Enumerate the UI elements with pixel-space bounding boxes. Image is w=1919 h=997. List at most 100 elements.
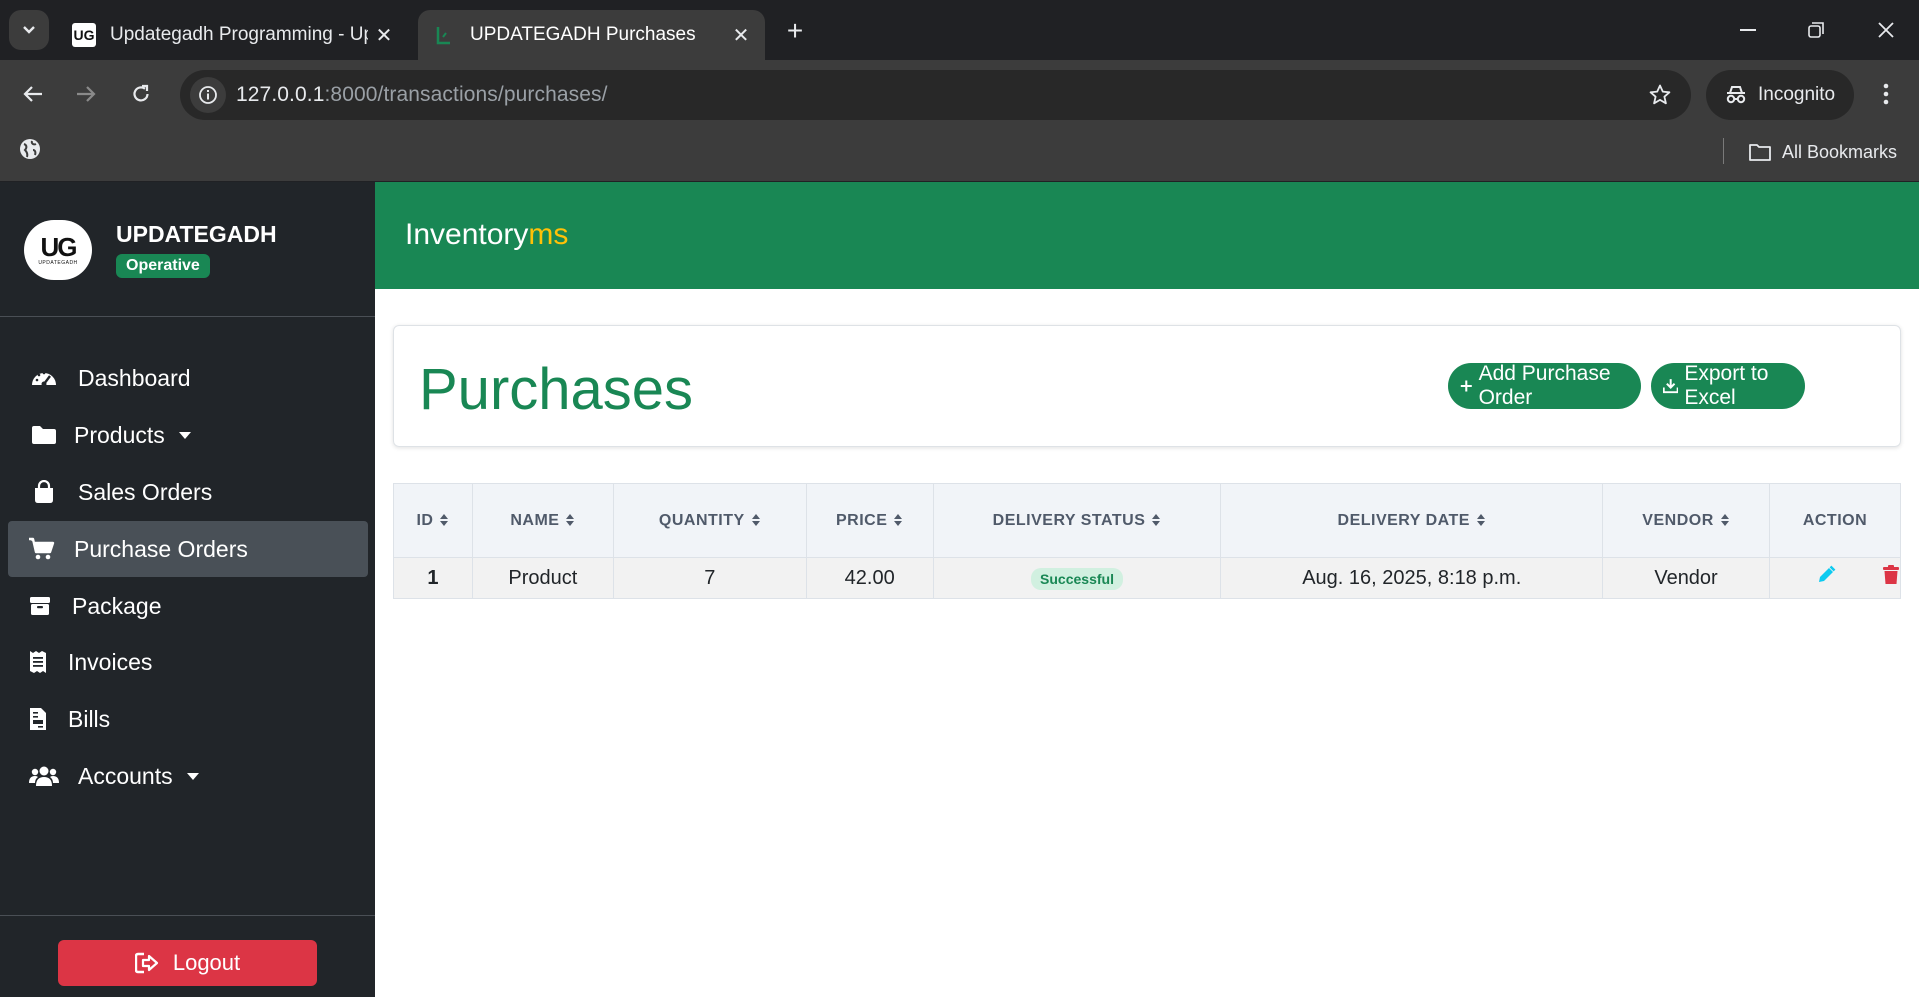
- back-icon[interactable]: [13, 74, 53, 114]
- browser-tabstrip: UG Updategadh Programming - Up ✕ UPDATEG…: [0, 0, 1919, 60]
- status-badge: Operative: [116, 254, 210, 278]
- sidebar-item-sales-orders[interactable]: Sales Orders: [8, 464, 368, 520]
- browser-menu-icon[interactable]: [1868, 76, 1904, 112]
- url-text: 127.0.0.1:8000/transactions/purchases/: [236, 70, 608, 120]
- sort-icon: [440, 514, 449, 527]
- sidebar-item-label: Dashboard: [78, 364, 191, 391]
- cell-id: 1: [393, 557, 473, 599]
- logout-button[interactable]: Logout: [58, 940, 317, 986]
- sidebar-item-dashboard[interactable]: Dashboard: [8, 350, 368, 406]
- close-icon[interactable]: ✕: [368, 19, 400, 51]
- sidebar-item-label: Sales Orders: [78, 478, 213, 505]
- tab-search-button[interactable]: [9, 10, 49, 50]
- address-bar[interactable]: 127.0.0.1:8000/transactions/purchases/: [180, 70, 1691, 120]
- cart-icon: [20, 537, 64, 561]
- reload-icon[interactable]: [121, 74, 161, 114]
- column-header-id[interactable]: ID: [393, 483, 473, 558]
- cell-vendor: Vendor: [1602, 557, 1770, 599]
- receipt-icon: [16, 650, 60, 674]
- sidebar-item-accounts[interactable]: Accounts: [8, 748, 368, 804]
- export-excel-button[interactable]: Export to Excel: [1651, 362, 1805, 409]
- cell-price: 42.00: [805, 557, 934, 599]
- all-bookmarks-button[interactable]: All Bookmarks: [1748, 136, 1897, 168]
- plus-icon: [1460, 380, 1472, 392]
- download-icon: [1663, 379, 1679, 394]
- column-header-vendor[interactable]: VENDOR: [1602, 483, 1770, 558]
- caret-down-icon: [178, 431, 191, 439]
- sort-icon: [751, 514, 760, 527]
- app-title-main: Inventory: [405, 218, 529, 251]
- cell-delivery-status: Successful: [932, 557, 1222, 599]
- delete-icon[interactable]: [1882, 565, 1900, 591]
- close-icon[interactable]: ✕: [725, 19, 757, 51]
- folder-icon: [22, 424, 66, 446]
- app-title-accent: ms: [528, 218, 569, 251]
- shopping-bag-icon: [22, 480, 66, 504]
- logo-text: UG: [40, 232, 78, 262]
- cell-action: [1768, 557, 1902, 599]
- globe-icon[interactable]: [18, 137, 42, 166]
- caret-down-icon: [186, 772, 199, 780]
- page-favicon-icon: [432, 23, 456, 47]
- sidebar-item-label: Invoices: [68, 648, 153, 675]
- restore-icon[interactable]: [1792, 8, 1840, 52]
- new-tab-button[interactable]: +: [778, 14, 812, 48]
- logo-subtext: UPDATEGADH: [38, 260, 78, 266]
- edit-icon[interactable]: [1816, 565, 1836, 591]
- add-purchase-order-button[interactable]: Add Purchase Order: [1448, 362, 1641, 409]
- column-header-quantity[interactable]: QUANTITY: [612, 483, 807, 558]
- forward-icon[interactable]: [66, 74, 106, 114]
- column-header-delivery-status[interactable]: DELIVERY STATUS: [932, 483, 1222, 558]
- bookmarks-bar: [0, 128, 1919, 182]
- app-title[interactable]: Inventoryms: [405, 218, 568, 252]
- browser-toolbar: 127.0.0.1:8000/transactions/purchases/ I…: [0, 60, 1919, 128]
- brand-name: UPDATEGADH: [116, 221, 277, 247]
- brand[interactable]: UG UPDATEGADH UPDATEGADH Operative: [24, 220, 277, 280]
- sidebar-divider: [0, 915, 375, 916]
- incognito-icon: [1726, 86, 1746, 104]
- tab-updategadh-purchases[interactable]: UPDATEGADH Purchases ✕: [418, 10, 765, 60]
- sort-icon: [1720, 514, 1729, 527]
- sidebar: UG UPDATEGADH UPDATEGADH Operative Dashb…: [0, 182, 375, 997]
- bookmark-star-icon[interactable]: [1645, 80, 1675, 110]
- url-host: 127.0.0.1: [236, 83, 325, 106]
- gauge-icon: [22, 367, 66, 389]
- incognito-label: Incognito: [1758, 84, 1836, 105]
- top-navbar: Inventoryms: [375, 182, 1919, 289]
- sort-icon: [1476, 514, 1485, 527]
- column-header-name[interactable]: NAME: [471, 483, 614, 558]
- sidebar-item-label: Products: [74, 421, 165, 448]
- bookmarks-divider: [1723, 138, 1724, 164]
- sidebar-item-invoices[interactable]: Invoices: [8, 634, 368, 690]
- sidebar-item-products[interactable]: Products: [8, 407, 368, 463]
- incognito-indicator[interactable]: Incognito: [1706, 70, 1854, 120]
- sort-icon: [566, 514, 575, 527]
- column-header-price[interactable]: PRICE: [805, 483, 934, 558]
- site-info-icon[interactable]: [190, 77, 226, 113]
- cell-quantity: 7: [612, 557, 807, 599]
- sidebar-item-label: Accounts: [78, 762, 173, 789]
- all-bookmarks-label: All Bookmarks: [1782, 141, 1898, 162]
- status-badge: Successful: [1031, 567, 1123, 590]
- window-close-icon[interactable]: [1862, 8, 1910, 52]
- sort-icon: [1152, 514, 1161, 527]
- folder-outline-icon: [1749, 144, 1771, 161]
- chevron-down-icon: [23, 26, 35, 34]
- main-content: Inventoryms Purchases Add Purchase Order…: [375, 182, 1919, 997]
- column-header-delivery-date[interactable]: DELIVERY DATE: [1220, 483, 1604, 558]
- sidebar-item-label: Purchase Orders: [74, 535, 248, 562]
- tab-title: UPDATEGADH Purchases: [470, 24, 696, 45]
- page-header-card: Purchases Add Purchase Order Export to E…: [393, 325, 1901, 447]
- cell-name: Product: [471, 557, 614, 599]
- logout-label: Logout: [172, 950, 241, 975]
- sidebar-item-package[interactable]: Package: [8, 578, 368, 634]
- sidebar-item-purchase-orders[interactable]: Purchase Orders: [8, 521, 368, 577]
- tab-updategadh-programming[interactable]: UG Updategadh Programming - Up ✕: [60, 10, 408, 60]
- cell-delivery-date: Aug. 16, 2025, 8:18 p.m.: [1220, 557, 1604, 599]
- sidebar-divider: [0, 316, 375, 317]
- sidebar-item-bills[interactable]: Bills: [8, 691, 368, 747]
- brand-logo: UG UPDATEGADH: [24, 220, 92, 280]
- ug-favicon-icon: UG: [72, 23, 96, 47]
- tab-title: Updategadh Programming - Up: [110, 24, 368, 45]
- minimize-icon[interactable]: [1724, 8, 1772, 52]
